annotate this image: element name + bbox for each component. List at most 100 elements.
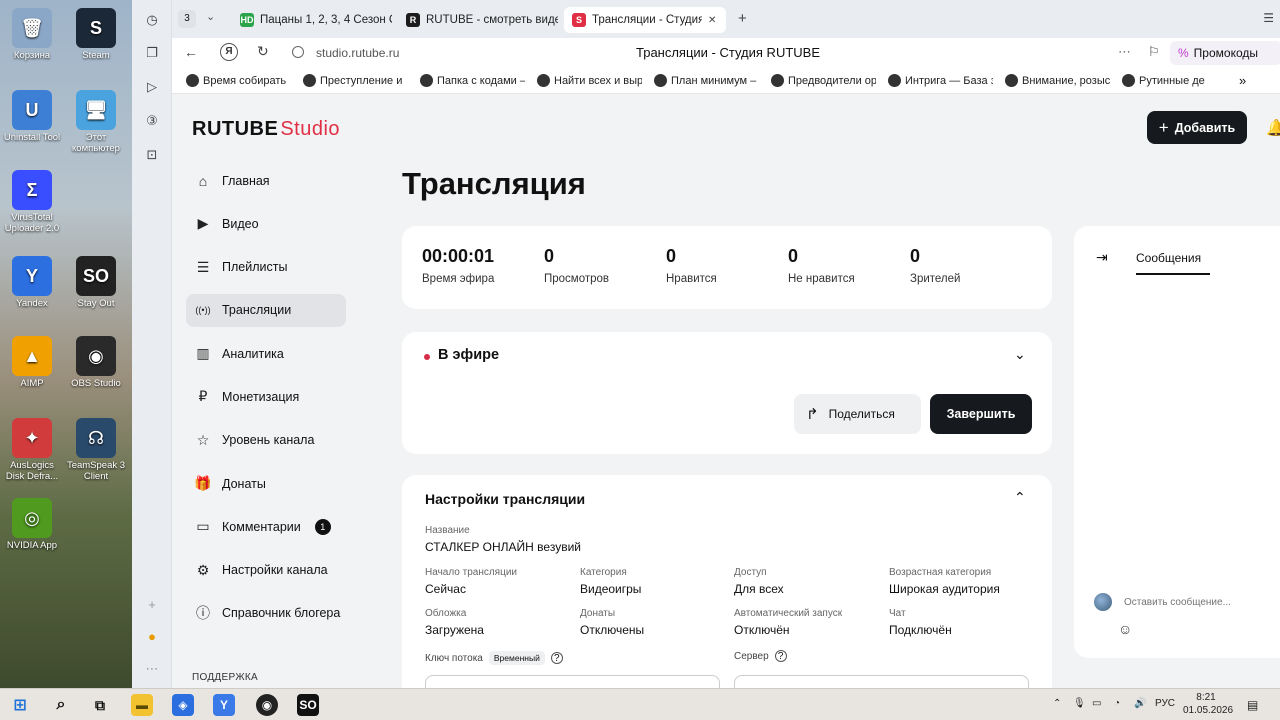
search-icon[interactable]: ⌕	[50, 694, 72, 716]
bookmark-item[interactable]: Время собирать	[186, 74, 291, 87]
browser-tab[interactable]: R RUTUBE - смотреть видео	[398, 7, 558, 33]
chevron-down-icon[interactable]: ⌄	[206, 10, 215, 23]
bookmark-item[interactable]: План минимум –	[654, 74, 759, 87]
tray-arrow-icon[interactable]: ⌃	[1053, 698, 1061, 709]
desktop-icon[interactable]: S Steam	[64, 8, 128, 61]
bookmark-item[interactable]: Найти всех и выр	[537, 74, 642, 87]
rutube-studio-logo[interactable]: RUTUBE Studio	[192, 118, 340, 141]
chevron-down-icon[interactable]: ⌄	[1014, 346, 1026, 363]
yandex-browser-icon[interactable]: Y	[213, 694, 235, 716]
add-button[interactable]: + Добавить	[1147, 111, 1247, 144]
yandex-icon[interactable]: Я	[220, 43, 238, 61]
history-icon[interactable]: ◷	[143, 11, 161, 29]
collections-icon[interactable]: ❐	[143, 44, 161, 62]
desktop-app-icon: ✦	[12, 418, 52, 458]
bookmarks-more-icon[interactable]: »	[1239, 73, 1246, 88]
desktop-icon[interactable]: Σ VirusTotal Uploader 2.0	[0, 170, 64, 234]
stay-out-icon[interactable]: SO	[297, 694, 319, 716]
desktop-icon[interactable]: SO Stay Out	[64, 256, 128, 309]
bookmark-item[interactable]: Преступление и	[303, 74, 408, 87]
wifi-icon[interactable]: ◔	[1114, 698, 1120, 709]
desktop-icon[interactable]: ◉ OBS Studio	[64, 336, 128, 389]
messages-tab[interactable]: Сообщения	[1136, 251, 1210, 275]
bookmark-item[interactable]: Интрига — База з	[888, 74, 993, 87]
screenshot-icon[interactable]: ⊡	[143, 146, 161, 164]
nav-item-home[interactable]: ⌂ Главная	[186, 164, 346, 197]
tab-count-icon[interactable]: ③	[143, 112, 161, 130]
desktop-icon[interactable]: ✦ AusLogics Disk Defra...	[0, 418, 64, 482]
nav-item-blogger-guide[interactable]: ⓘ Справочник блогера	[186, 597, 346, 630]
browser-tab[interactable]: HD Пацаны 1, 2, 3, 4 Сезон Смо	[232, 7, 392, 33]
close-icon[interactable]: ✕	[708, 15, 716, 26]
desktop-icon[interactable]: ▲ AIMP	[0, 336, 64, 389]
help-icon[interactable]: ?	[774, 650, 787, 662]
mic-icon[interactable]: 🎙	[1073, 698, 1086, 709]
add-panel-icon[interactable]: +	[143, 596, 161, 614]
emoji-icon[interactable]: ☺	[1118, 621, 1132, 637]
url-text[interactable]: studio.rutube.ru	[316, 46, 399, 60]
collapse-chat-icon[interactable]: ⇥	[1096, 249, 1108, 266]
back-icon[interactable]: ←	[184, 44, 198, 60]
end-stream-button[interactable]: Завершить	[930, 394, 1032, 434]
promo-button[interactable]: % Промокоды	[1170, 41, 1280, 65]
bookmark-item[interactable]: Предводители ор	[771, 74, 876, 87]
bookmark-label: Папка с кодами –	[437, 74, 525, 87]
more-icon[interactable]: ⋯	[143, 660, 161, 678]
nav-item-playlists[interactable]: ☰ Плейлисты	[186, 251, 346, 284]
desktop-icon-label: Корзина	[13, 50, 51, 61]
chevron-up-icon[interactable]: ⌃	[1014, 489, 1026, 506]
menu-icon[interactable]: ☰	[1263, 11, 1274, 25]
share-button[interactable]: ↱ Поделиться	[794, 394, 921, 434]
bookmark-item[interactable]: Папка с кодами –	[420, 74, 525, 87]
desktop-icon[interactable]: 🖥 Этот компьютер	[64, 90, 128, 154]
more-icon[interactable]: ⋯	[1118, 44, 1131, 60]
nav-item-streams[interactable]: ((•)) Трансляции	[186, 293, 346, 327]
tab-favicon-icon: R	[406, 13, 420, 27]
stat-value: 0	[544, 246, 555, 266]
nav-item-channel-level[interactable]: ☆ Уровень канала	[186, 424, 346, 457]
tab-counter[interactable]: 3	[178, 10, 196, 28]
new-tab-button[interactable]: +	[738, 10, 747, 27]
volume-icon[interactable]: 🔊	[1134, 698, 1146, 709]
field-key: Название	[425, 525, 470, 536]
tab-title: Трансляции - Студия R	[592, 14, 702, 26]
bookmark-item[interactable]: Внимание, розыс	[1005, 74, 1110, 87]
bookmark-item[interactable]: Рутинные де	[1122, 74, 1227, 87]
nav-item-comments[interactable]: ▭ Комментарии 1	[186, 510, 346, 543]
desktop-icon-label: Uninstall Tool	[3, 132, 61, 143]
nav-item-video[interactable]: ▶ Видео	[186, 207, 346, 240]
desktop-icon[interactable]: 🗑 Корзина	[0, 8, 64, 61]
explorer-icon[interactable]: ▬	[131, 694, 153, 716]
reload-icon[interactable]: ↻	[257, 43, 269, 60]
language-indicator[interactable]: РУС	[1155, 698, 1175, 709]
bookmark-icon[interactable]: ⚐	[1148, 44, 1160, 60]
task-view-icon[interactable]: ⧉	[89, 694, 111, 716]
desktop-icon[interactable]: ☊ TeamSpeak 3 Client	[64, 418, 128, 482]
help-icon[interactable]: ?	[550, 652, 563, 664]
browser-tab-active[interactable]: S Трансляции - Студия R ✕	[564, 7, 726, 33]
start-icon[interactable]: ⊞	[9, 694, 31, 716]
battery-icon[interactable]: ▭	[1092, 698, 1101, 709]
desktop-icon[interactable]: Y Yandex	[0, 256, 64, 309]
media-icon[interactable]: ▷	[143, 78, 161, 96]
nav-item-channel-settings[interactable]: ⚙ Настройки канала	[186, 554, 346, 587]
server-field[interactable]	[734, 675, 1029, 688]
nav-item-donations[interactable]: 🎁 Донаты	[186, 467, 346, 500]
bell-icon[interactable]: 🔔	[1266, 118, 1280, 138]
playlists-icon: ☰	[196, 258, 210, 275]
nav-item-analytics[interactable]: ▥ Аналитика	[186, 337, 346, 370]
desktop-icon[interactable]: ◎ NVIDIA App	[0, 498, 64, 551]
clock[interactable]: 8:21 01.05.2026	[1183, 691, 1233, 717]
field-value: Для всех	[734, 582, 784, 596]
desktop-icon[interactable]: U Uninstall Tool	[0, 90, 64, 143]
notifications-icon[interactable]: ▤	[1247, 698, 1258, 712]
obs-icon[interactable]: ◉	[256, 694, 278, 716]
nav-item-monetization[interactable]: ₽ Монетизация	[186, 380, 346, 413]
field-cover: Обложка Загружена	[425, 608, 484, 637]
shield-icon[interactable]: ◈	[172, 694, 194, 716]
message-input[interactable]	[1124, 597, 1280, 608]
stream-key-field[interactable]	[425, 675, 720, 688]
security-icon[interactable]	[292, 46, 304, 58]
mail-icon[interactable]: ●	[143, 628, 161, 646]
bookmark-label: План минимум –	[671, 74, 757, 87]
